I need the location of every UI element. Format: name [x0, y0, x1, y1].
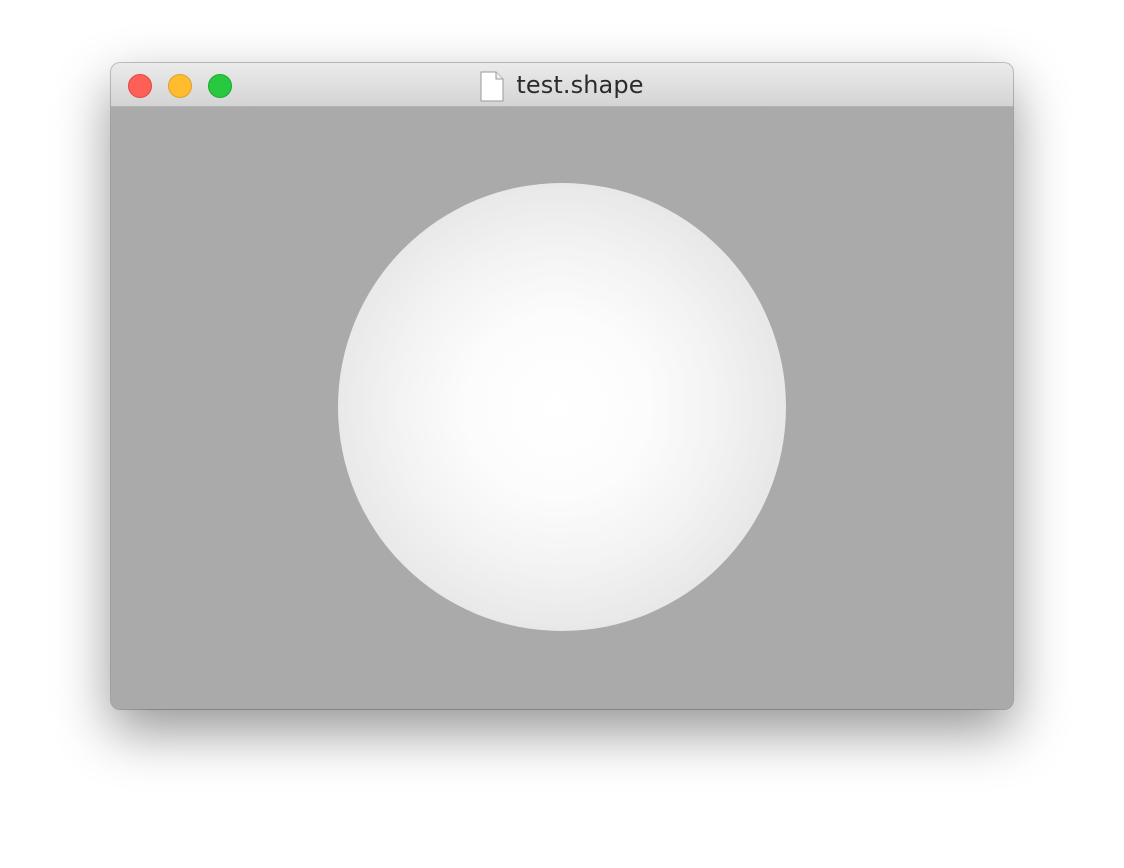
render-viewport[interactable] — [111, 107, 1013, 709]
app-window: test.shape — [111, 63, 1013, 709]
title-group: test.shape — [111, 63, 1013, 107]
rendered-sphere — [338, 183, 786, 631]
title-bar[interactable]: test.shape — [111, 63, 1013, 107]
window-title: test.shape — [516, 71, 644, 99]
document-icon[interactable] — [480, 71, 504, 102]
